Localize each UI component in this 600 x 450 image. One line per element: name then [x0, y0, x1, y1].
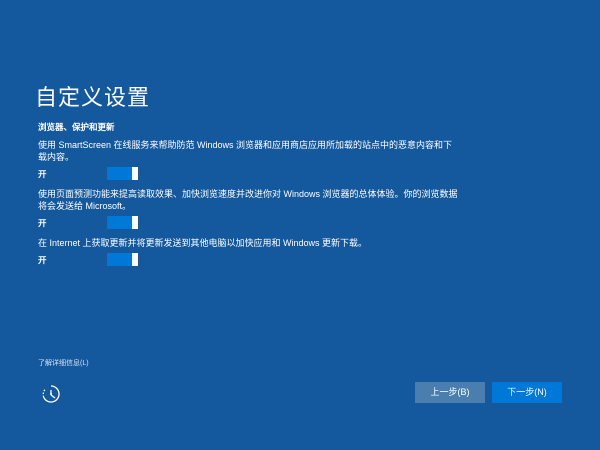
update-delivery-toggle[interactable]: [107, 253, 138, 266]
setting-row: 开: [38, 253, 458, 267]
setting-row: 开: [38, 216, 458, 230]
setting-row: 开: [38, 167, 458, 181]
smartscreen-toggle[interactable]: [107, 167, 138, 180]
toggle-state-label: 开: [38, 218, 47, 228]
setting-description: 使用页面预测功能来提高读取效果、加快浏览速度并改进你对 Windows 浏览器的…: [38, 189, 458, 211]
setting-description: 在 Internet 上获取更新并将更新发送到其他电脑以加快应用和 Window…: [38, 238, 368, 248]
page-prediction-toggle[interactable]: [107, 216, 138, 229]
toggle-knob: [132, 253, 138, 266]
next-button[interactable]: 下一步(N): [492, 382, 562, 403]
back-button[interactable]: 上一步(B): [415, 382, 485, 403]
toggle-state-label: 开: [38, 169, 47, 179]
toggle-knob: [132, 216, 138, 229]
setting-page-prediction: 使用页面预测功能来提高读取效果、加快浏览速度并改进你对 Windows 浏览器的…: [38, 188, 458, 230]
toggle-state-label: 开: [38, 255, 47, 265]
setting-description: 使用 SmartScreen 在线服务来帮助防范 Windows 浏览器和应用商…: [38, 140, 453, 162]
setting-smartscreen: 使用 SmartScreen 在线服务来帮助防范 Windows 浏览器和应用商…: [38, 139, 458, 181]
setting-update-delivery: 在 Internet 上获取更新并将更新发送到其他电脑以加快应用和 Window…: [38, 237, 458, 267]
section-heading: 浏览器、保护和更新: [38, 122, 115, 132]
toggle-knob: [132, 167, 138, 180]
learn-more-link[interactable]: 了解详细信息(L): [38, 358, 89, 368]
page-title: 自定义设置: [35, 85, 151, 110]
setup-page: 自定义设置 浏览器、保护和更新 使用 SmartScreen 在线服务来帮助防范…: [0, 0, 600, 450]
ease-of-access-icon[interactable]: [41, 384, 61, 404]
